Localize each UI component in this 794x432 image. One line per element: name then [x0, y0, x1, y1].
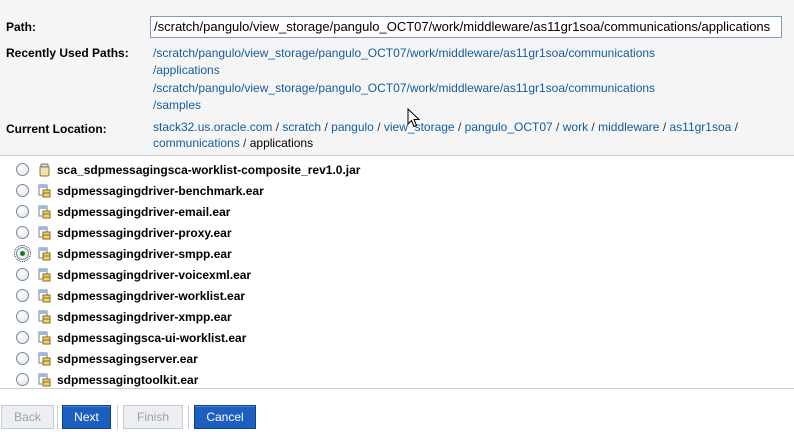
breadcrumb-separator: /	[377, 120, 381, 134]
recent-path-line[interactable]: /scratch/pangulo/view_storage/pangulo_OC…	[153, 45, 713, 62]
breadcrumb-link[interactable]: communications	[153, 136, 240, 150]
file-name: sdpmessagingsca-ui-worklist.ear	[57, 330, 247, 345]
file-name: sdpmessagingdriver-voicexml.ear	[57, 267, 252, 282]
file-radio-button[interactable]	[16, 331, 29, 344]
next-button[interactable]: Next	[62, 405, 111, 429]
recent-path-link[interactable]: /scratch/pangulo/view_storage/pangulo_OC…	[153, 45, 713, 79]
cancel-button[interactable]: Cancel	[194, 405, 256, 429]
file-radio-button[interactable]	[16, 373, 29, 386]
breadcrumb-current: applications	[249, 136, 314, 150]
ear-file-icon	[38, 184, 51, 197]
file-row[interactable]: sdpmessagingdriver-proxy.ear	[0, 222, 600, 243]
ear-file-icon	[38, 289, 51, 302]
ear-file-icon	[38, 352, 51, 365]
file-row[interactable]: sdpmessagingdriver-email.ear	[0, 201, 600, 222]
ear-file-icon	[38, 310, 51, 323]
path-input[interactable]: /scratch/pangulo/view_storage/pangulo_OC…	[150, 16, 782, 38]
recent-path-line[interactable]: /scratch/pangulo/view_storage/pangulo_OC…	[153, 80, 713, 97]
breadcrumb-link[interactable]: pangulo_OCT07	[465, 120, 553, 134]
breadcrumb-separator: /	[591, 120, 595, 134]
breadcrumb: stack32.us.oracle.com / scratch / pangul…	[153, 119, 783, 151]
file-name: sdpmessagingserver.ear	[57, 351, 198, 366]
ear-file-icon	[38, 373, 51, 386]
recent-paths-label: Recently Used Paths:	[6, 46, 129, 60]
file-name: sca_sdpmessagingsca-worklist-composite_r…	[57, 162, 361, 177]
file-row[interactable]: sdpmessagingserver.ear	[0, 348, 600, 369]
file-row[interactable]: sdpmessagingdriver-xmpp.ear	[0, 306, 600, 327]
file-row[interactable]: sdpmessagingdriver-benchmark.ear	[0, 180, 600, 201]
jar-file-icon	[39, 163, 50, 176]
breadcrumb-separator: /	[662, 120, 667, 134]
file-radio-button[interactable]	[16, 163, 29, 176]
finish-button[interactable]: Finish	[123, 405, 183, 429]
file-name: sdpmessagingdriver-proxy.ear	[57, 225, 232, 240]
file-name: sdpmessagingdriver-email.ear	[57, 204, 231, 219]
breadcrumb-separator: /	[243, 136, 247, 150]
breadcrumb-separator: /	[734, 120, 739, 134]
breadcrumb-separator: /	[275, 120, 280, 134]
breadcrumb-separator: /	[556, 120, 560, 134]
file-row[interactable]: sdpmessagingdriver-worklist.ear	[0, 285, 600, 306]
breadcrumb-link[interactable]: as11gr1soa	[670, 120, 732, 134]
file-list: sca_sdpmessagingsca-worklist-composite_r…	[0, 156, 794, 389]
ear-file-icon	[38, 331, 51, 344]
file-radio-button[interactable]	[16, 205, 29, 218]
breadcrumb-link[interactable]: work	[563, 120, 588, 134]
file-radio-button[interactable]	[16, 352, 29, 365]
file-row[interactable]: sdpmessagingtoolkit.ear	[0, 369, 600, 390]
location-info-panel: Path: /scratch/pangulo/view_storage/pang…	[0, 0, 794, 156]
file-radio-button[interactable]	[16, 184, 29, 197]
file-name: sdpmessagingdriver-worklist.ear	[57, 288, 246, 303]
ear-file-icon	[38, 226, 51, 239]
ear-file-icon	[38, 247, 51, 260]
breadcrumb-link[interactable]: scratch	[282, 120, 321, 134]
button-divider	[57, 405, 58, 429]
breadcrumb-link[interactable]: pangulo	[331, 120, 374, 134]
ear-file-icon	[38, 205, 51, 218]
file-radio-button[interactable]	[14, 245, 31, 262]
file-name: sdpmessagingdriver-benchmark.ear	[57, 183, 264, 198]
breadcrumb-link[interactable]: middleware	[598, 120, 659, 134]
file-radio-button[interactable]	[16, 226, 29, 239]
breadcrumb-link[interactable]: stack32.us.oracle.com	[153, 120, 272, 134]
button-divider	[117, 405, 118, 429]
file-name: sdpmessagingdriver-smpp.ear	[57, 246, 232, 261]
file-row[interactable]: sdpmessagingsca-ui-worklist.ear	[0, 327, 600, 348]
file-name: sdpmessagingtoolkit.ear	[57, 372, 199, 387]
recent-path-line[interactable]: /samples	[153, 97, 713, 114]
back-button[interactable]: Back	[1, 405, 54, 429]
breadcrumb-separator: /	[324, 120, 328, 134]
file-radio-button[interactable]	[16, 289, 29, 302]
file-radio-button[interactable]	[16, 268, 29, 281]
ear-file-icon	[38, 268, 51, 281]
path-label: Path:	[6, 20, 36, 34]
file-row[interactable]: sdpmessagingdriver-voicexml.ear	[0, 264, 600, 285]
button-divider	[188, 405, 189, 429]
recent-path-link[interactable]: /scratch/pangulo/view_storage/pangulo_OC…	[153, 80, 713, 114]
file-row[interactable]: sca_sdpmessagingsca-worklist-composite_r…	[0, 159, 600, 180]
file-radio-button[interactable]	[16, 310, 29, 323]
file-name: sdpmessagingdriver-xmpp.ear	[57, 309, 232, 324]
recent-path-line[interactable]: /applications	[153, 62, 713, 79]
mouse-pointer-icon	[407, 108, 421, 128]
breadcrumb-separator: /	[457, 120, 462, 134]
current-location-label: Current Location:	[6, 122, 107, 136]
file-row[interactable]: sdpmessagingdriver-smpp.ear	[0, 243, 600, 264]
